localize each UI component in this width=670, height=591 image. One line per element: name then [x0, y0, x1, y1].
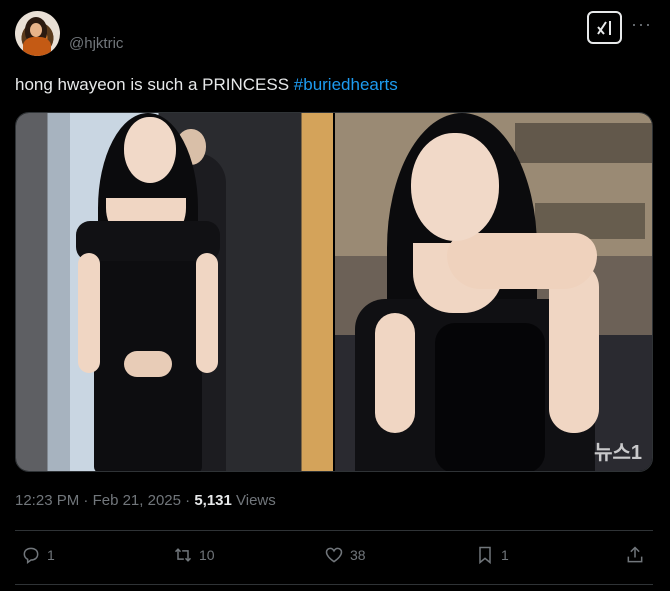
- tweet-body: hong hwayeon is such a PRINCESS: [15, 75, 290, 94]
- reply-count: 1: [47, 547, 55, 563]
- reply-icon: [23, 547, 39, 564]
- hashtag-link[interactable]: #buriedhearts: [294, 75, 398, 94]
- divider: [15, 530, 653, 531]
- bookmark-icon: [479, 546, 491, 565]
- share-icon: [627, 546, 643, 563]
- grok-icon: [596, 20, 611, 35]
- reply-button[interactable]: 1: [21, 545, 55, 565]
- retweet-button[interactable]: 10: [173, 545, 215, 565]
- media-grid: 뉴스1: [15, 112, 653, 472]
- watermark: 뉴스1: [594, 442, 642, 464]
- views-label: Views: [231, 492, 276, 509]
- bookmark-button[interactable]: 1: [475, 545, 509, 565]
- photo-left[interactable]: [16, 113, 333, 471]
- divider: [15, 584, 653, 585]
- timestamp-time[interactable]: 12:23 PM: [15, 492, 79, 509]
- share-button[interactable]: [625, 545, 645, 565]
- bookmark-count: 1: [501, 547, 509, 563]
- tweet-meta: 12:23 PM · Feb 21, 2025 · 5,131 Views: [15, 492, 276, 509]
- like-count: 38: [350, 547, 366, 563]
- author-handle[interactable]: @hjktric: [69, 35, 123, 52]
- tweet-card[interactable]: @hjktric ··· hong hwayeon is such a PRIN…: [0, 0, 670, 591]
- avatar[interactable]: [15, 11, 60, 56]
- heart-icon: [325, 547, 343, 563]
- more-icon[interactable]: ···: [631, 15, 652, 33]
- timestamp-date[interactable]: Feb 21, 2025: [93, 492, 181, 509]
- retweet-count: 10: [199, 547, 215, 563]
- tweet-text: hong hwayeon is such a PRINCESS #buriedh…: [15, 75, 398, 95]
- like-button[interactable]: 38: [324, 545, 366, 565]
- meta-separator: ·: [180, 492, 195, 509]
- photo-right[interactable]: 뉴스1: [335, 113, 652, 471]
- meta-separator: ·: [79, 492, 93, 509]
- grok-button[interactable]: [587, 11, 622, 44]
- retweet-icon: [174, 548, 192, 562]
- action-bar: 1 10 38 1: [0, 543, 670, 571]
- views-count: 5,131: [194, 492, 232, 509]
